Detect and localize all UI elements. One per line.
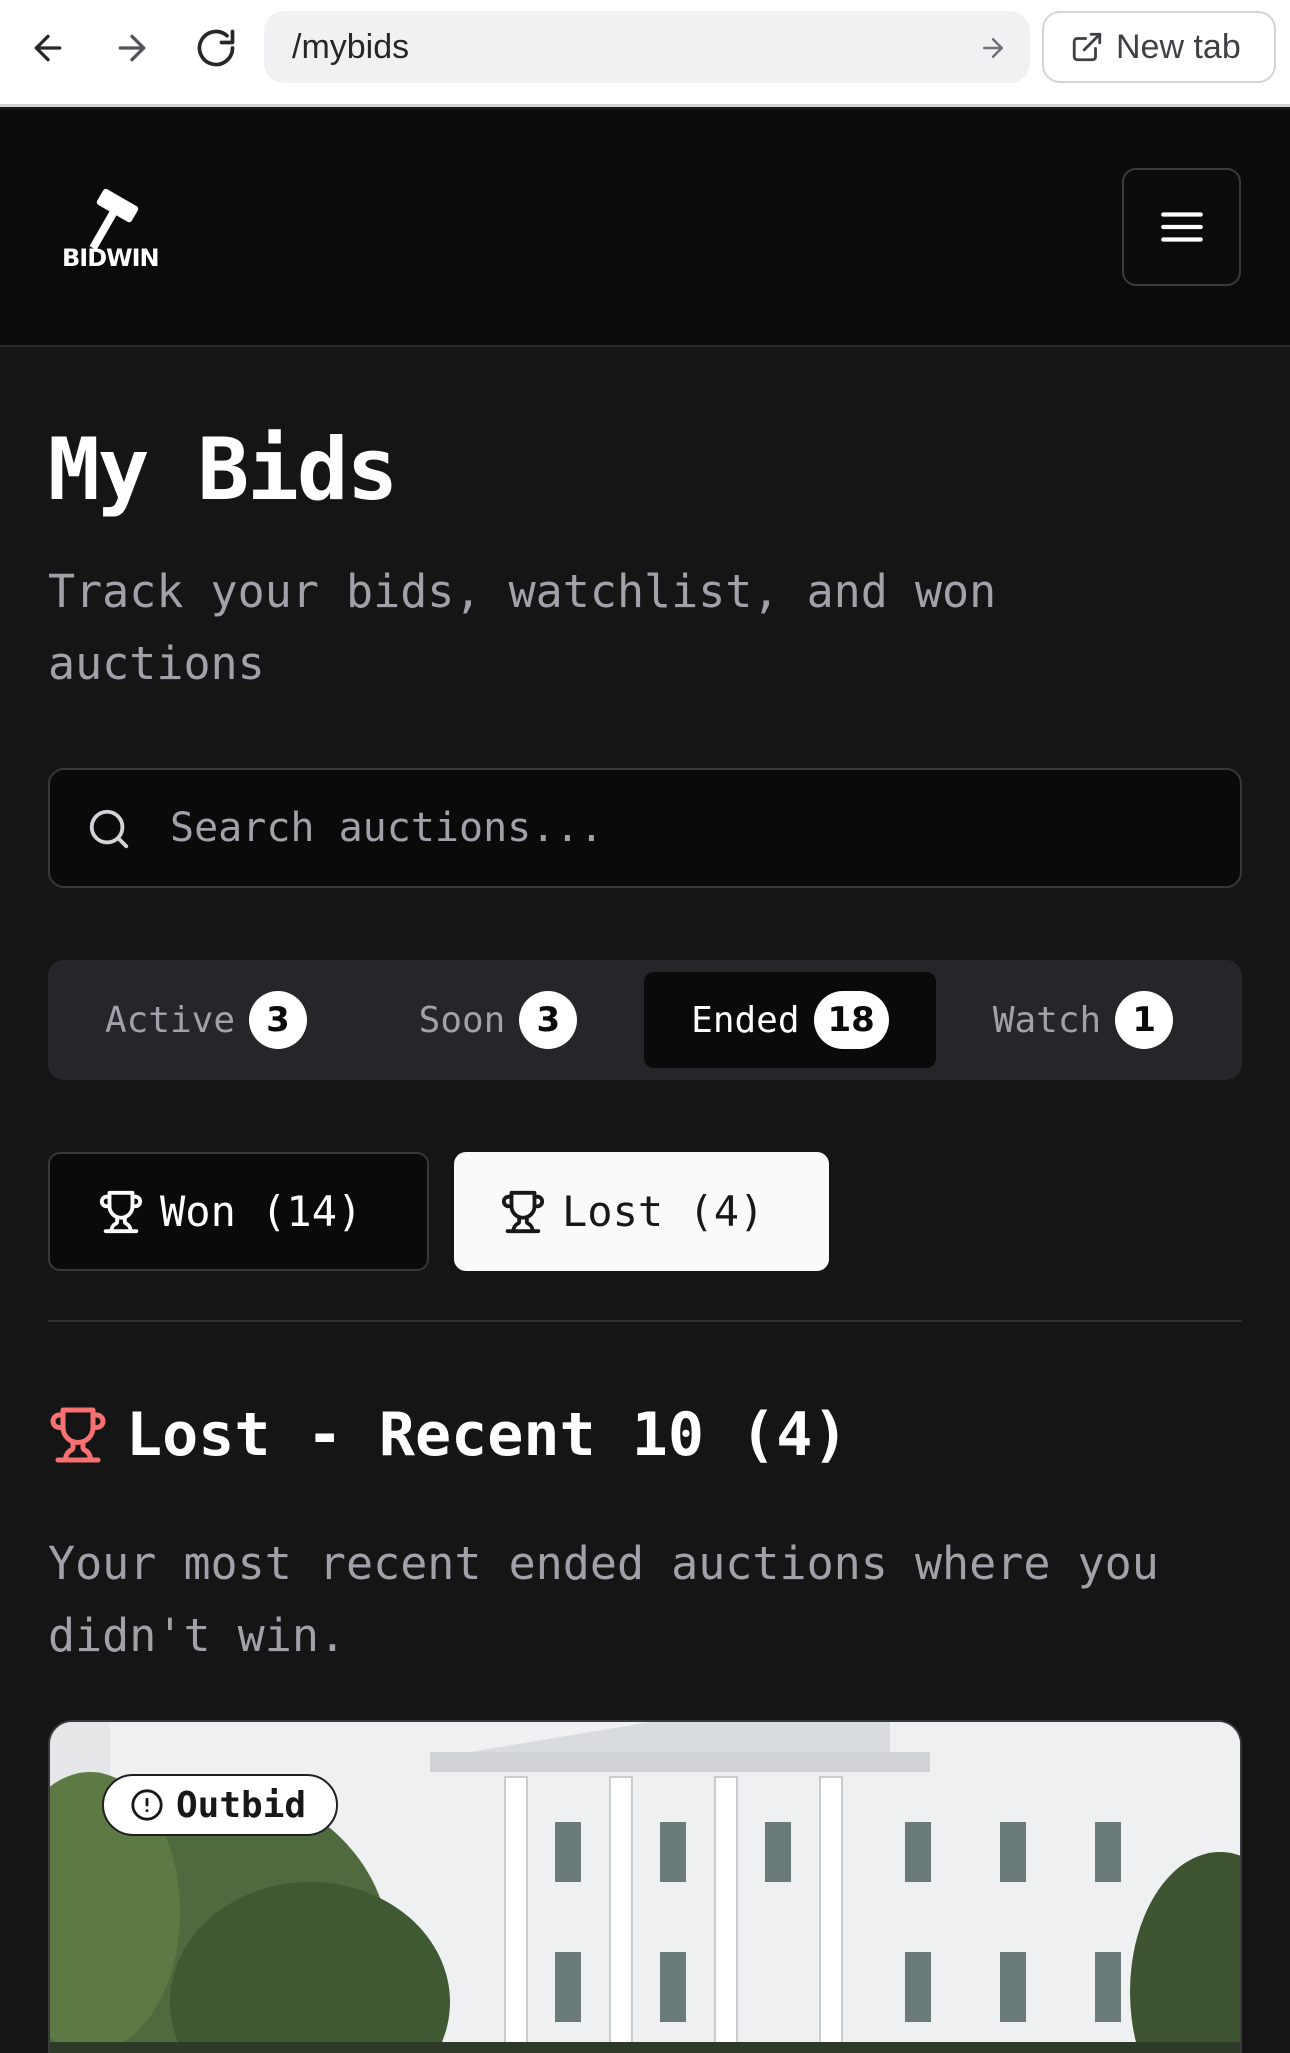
trophy-icon [99,1190,143,1233]
logo-text: BIDWIN [62,244,160,272]
address-bar[interactable]: /mybids [264,11,1030,83]
section-header: Lost - Recent 10 (4) [48,1400,848,1470]
browser-toolbar: /mybids New tab [0,0,1290,107]
tab-watch[interactable]: Watch 1 [936,972,1230,1068]
tab-soon[interactable]: Soon 3 [352,972,644,1068]
new-tab-button[interactable]: New tab [1042,11,1276,83]
menu-button[interactable] [1122,168,1241,286]
reload-icon [197,29,235,67]
divider [48,1320,1242,1322]
count-badge: 1 [1115,991,1174,1049]
count-badge: 3 [519,991,578,1049]
forward-button[interactable] [106,22,158,74]
new-tab-label: New tab [1116,27,1241,66]
filter-won-label: Won (14) [160,1187,363,1236]
status-label: Outbid [176,1784,307,1826]
hamburger-icon [1160,212,1203,242]
filter-lost-label: Lost (4) [562,1187,765,1236]
count-badge: 18 [813,991,889,1049]
go-arrow-icon[interactable] [978,33,1008,63]
tab-label: Ended [691,999,800,1041]
trophy-icon [50,1407,106,1463]
section-description: Your most recent ended auctions where yo… [48,1537,1159,1662]
search-input[interactable] [170,790,1210,866]
reload-button[interactable] [190,22,242,74]
page-subtitle: Track your bids, watchlist, and won auct… [48,565,997,690]
auction-image [50,1722,1240,2053]
tab-ended[interactable]: Ended 18 [644,972,936,1068]
search-icon [89,809,129,849]
count-badge: 3 [249,991,308,1049]
tab-label: Active [104,999,236,1041]
section-title: Lost - Recent 10 (4) [126,1400,849,1470]
external-link-icon [1072,32,1102,62]
tab-label: Soon [418,999,506,1041]
page-title: My Bids [48,420,398,520]
filter-won-button[interactable]: Won (14) [48,1152,429,1271]
auction-card[interactable]: Outbid [48,1720,1242,2053]
back-button[interactable] [22,22,74,74]
alert-circle-icon [131,1789,163,1821]
site-header: BIDWIN [0,110,1290,347]
arrow-right-icon [118,34,146,62]
tab-active[interactable]: Active 3 [60,972,352,1068]
arrow-left-icon [34,34,62,62]
search-box [48,768,1242,888]
trophy-icon [501,1190,545,1233]
filter-lost-button[interactable]: Lost (4) [454,1152,829,1271]
url-text: /mybids [292,27,410,66]
tab-bar: Active 3 Soon 3 Ended 18 Watch 1 [48,960,1242,1080]
tab-label: Watch [992,999,1102,1041]
status-badge: Outbid [102,1774,339,1836]
